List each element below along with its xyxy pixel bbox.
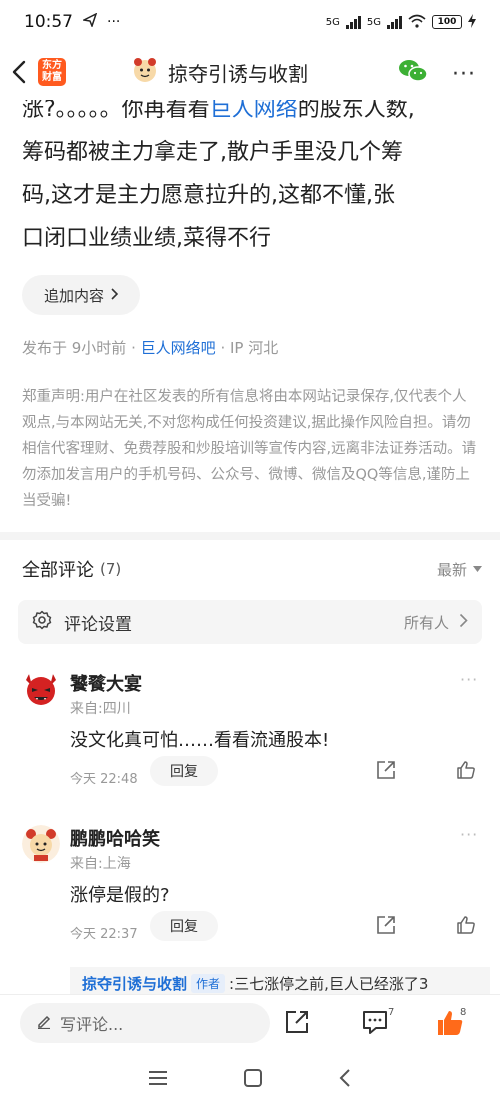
comments-title: 全部评论	[22, 560, 94, 581]
bottom-action-bar: 写评论... 7 8	[0, 994, 500, 1052]
page-title: 掠夺引诱与收割	[168, 61, 308, 86]
post-time: 发布于 9小时前 ·	[22, 339, 136, 357]
comment-time: 今天 22:37	[70, 927, 138, 942]
comment-more-icon[interactable]: ···	[460, 825, 478, 844]
status-time: 10:57	[24, 12, 73, 32]
net-label-2: 5G	[366, 16, 381, 28]
charging-icon	[468, 13, 476, 31]
menu-icon[interactable]	[148, 1070, 168, 1090]
app-logo[interactable]: 东方 财富	[38, 58, 66, 86]
signal-icon	[345, 15, 361, 29]
post-line-4: 口闭口业绩业绩,菜得不行	[22, 226, 271, 251]
share-icon[interactable]	[376, 760, 396, 784]
chevron-right-icon	[110, 286, 119, 304]
chevron-right-icon	[459, 613, 468, 632]
commenter-name[interactable]: 饕餮大宴	[70, 670, 142, 696]
post-ip: · IP 河北	[220, 339, 279, 357]
wifi-icon	[408, 14, 426, 31]
post-text: 的股东人数,	[297, 97, 415, 122]
share-icon[interactable]	[376, 915, 396, 939]
post-meta: 发布于 9小时前 · 巨人网络吧 · IP 河北	[22, 337, 278, 358]
settings-label: 评论设置	[64, 614, 132, 635]
comment-button[interactable]	[362, 1009, 388, 1039]
back-icon[interactable]	[0, 44, 38, 100]
comments-header: 全部评论 (7) 最新	[22, 556, 482, 582]
status-bar: 10:57 ··· 5G 5G 100	[0, 0, 500, 44]
post-line-3: 码,这才是主力愿意拉升的,这都不懂,张	[22, 183, 395, 208]
comment-more-icon[interactable]: ···	[460, 670, 478, 689]
comment-settings-row[interactable]: 评论设置 所有人	[18, 600, 482, 644]
stock-bar-link[interactable]: 巨人网络吧	[141, 339, 216, 357]
comment-count: 7	[388, 1007, 395, 1018]
stock-link[interactable]: 巨人网络	[210, 97, 298, 122]
add-content-label: 追加内容	[43, 286, 104, 305]
post-text: 涨?。。。。。你再看看	[22, 97, 210, 122]
wechat-icon[interactable]	[398, 58, 428, 88]
like-icon[interactable]	[456, 915, 476, 939]
logo-line-1: 东方	[42, 60, 62, 71]
reply-button[interactable]: 回复	[150, 911, 218, 941]
more-icon[interactable]: ···	[452, 62, 476, 87]
write-comment-placeholder: 写评论...	[60, 1015, 124, 1034]
commenter-location: 来自:四川	[70, 701, 131, 717]
post-body: 涨?。。。。。你再看看巨人网络的股东人数, 筹码都被主力拿走了,散户手里没几个筹…	[22, 88, 482, 260]
comment-time: 今天 22:48	[70, 772, 138, 787]
write-comment-input[interactable]: 写评论...	[20, 1003, 270, 1043]
avatar[interactable]	[22, 670, 60, 708]
section-divider	[0, 532, 500, 540]
pen-icon	[36, 1013, 52, 1033]
reply-button[interactable]: 回复	[150, 756, 218, 786]
comment-text: 没文化真可怕……看看流通股本!	[70, 730, 330, 751]
settings-value: 所有人	[403, 613, 449, 632]
nav-title-group: 掠夺引诱与收割	[132, 44, 308, 100]
comment-text: 涨停是假的?	[70, 885, 170, 906]
commenter-name[interactable]: 鹏鹏哈哈笑	[70, 825, 160, 851]
sort-label: 最新	[436, 560, 467, 579]
author-avatar-icon	[132, 57, 158, 87]
reply-author-name[interactable]: 掠夺引诱与收割	[82, 973, 187, 994]
system-nav-bar	[0, 1052, 500, 1107]
logo-line-2: 财富	[42, 72, 62, 83]
add-content-button[interactable]: 追加内容	[22, 275, 140, 315]
gear-icon	[32, 610, 52, 634]
nav-bar: 东方 财富 掠夺引诱与收割 ···	[0, 44, 500, 100]
like-icon[interactable]	[456, 760, 476, 784]
commenter-location: 来自:上海	[70, 856, 131, 872]
reply-text: :三七涨停之前,巨人已经涨了3	[229, 974, 429, 993]
status-more-icon: ···	[107, 14, 121, 30]
avatar[interactable]	[22, 825, 60, 863]
comment-item: 饕餮大宴 来自:四川 没文化真可怕……看看流通股本! 今天 22:48 回复 ·…	[22, 670, 482, 800]
send-icon	[81, 12, 98, 32]
home-icon[interactable]	[243, 1068, 263, 1092]
sort-button[interactable]: 最新	[437, 559, 482, 580]
caret-down-icon	[473, 566, 482, 572]
signal-icon-2	[387, 15, 402, 29]
back-nav-icon[interactable]	[338, 1068, 352, 1092]
post-line-2: 筹码都被主力拿走了,散户手里没几个筹	[22, 140, 403, 165]
disclaimer: 郑重声明:用户在社区发表的所有信息将由本网站记录保存,仅代表个人观点,与本网站无…	[22, 389, 477, 509]
battery-icon: 100	[432, 15, 462, 29]
author-badge: 作者	[191, 973, 226, 993]
like-count: 8	[460, 1007, 467, 1018]
comments-count: (7)	[100, 560, 122, 578]
share-button[interactable]	[284, 1009, 310, 1039]
net-label-1: 5G	[325, 16, 340, 28]
comment-item: 鹏鹏哈哈笑 来自:上海 涨停是假的? 今天 22:37 回复 ···	[22, 825, 482, 955]
